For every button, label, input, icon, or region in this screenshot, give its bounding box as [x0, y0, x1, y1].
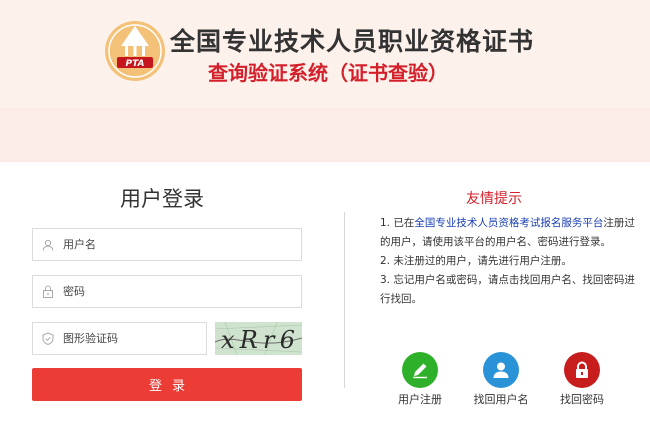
pencil-icon: [402, 352, 438, 388]
tip-platform-link[interactable]: 全国专业技术人员资格考试报名服务平台: [414, 217, 603, 229]
lock-icon: [564, 352, 600, 388]
pta-logo-icon: PTA: [105, 21, 165, 81]
logo-text: PTA: [125, 59, 144, 69]
page-title: 全国专业技术人员职业资格证书: [170, 27, 535, 56]
header-band: [0, 108, 650, 162]
tips-content: 1. 已在全国专业技术人员资格考试报名服务平台注册过的用户，请使用该平台的用户名…: [380, 214, 640, 309]
user-icon: [483, 352, 519, 388]
page-subtitle: 查询验证系统（证书查验）: [208, 61, 448, 85]
login-button[interactable]: 登录: [32, 368, 302, 401]
tip-item-1-prefix: 1. 已在: [380, 217, 415, 229]
divider: [344, 212, 345, 388]
user-icon: [33, 239, 63, 251]
recover-username-shortcut[interactable]: 找回用户名: [461, 352, 541, 407]
recover-username-label: 找回用户名: [473, 393, 529, 406]
recover-password-label: 找回密码: [560, 393, 604, 406]
captcha-input[interactable]: [63, 332, 193, 345]
recover-password-shortcut[interactable]: 找回密码: [542, 352, 622, 407]
register-label: 用户注册: [398, 393, 442, 406]
register-shortcut[interactable]: 用户注册: [380, 352, 460, 407]
tip-item-3: 3. 忘记用户名或密码，请点击找回用户名、找回密码进行找回。: [380, 274, 635, 305]
password-field[interactable]: [32, 275, 302, 308]
login-title: 用户登录: [120, 187, 204, 211]
captcha-field[interactable]: [32, 322, 207, 355]
username-input[interactable]: [63, 238, 283, 251]
tip-item-1: 1. 已在全国专业技术人员资格考试报名服务平台注册过的用户，请使用该平台的用户名…: [380, 214, 640, 252]
tip-item-2: 2. 未注册过的用户，请先进行用户注册。: [380, 255, 572, 267]
password-input[interactable]: [63, 285, 283, 298]
username-field[interactable]: [32, 228, 302, 261]
shield-icon: [33, 332, 63, 345]
lock-icon: [33, 285, 63, 298]
tips-title: 友情提示: [466, 191, 522, 207]
captcha-image[interactable]: xRr6: [215, 322, 302, 355]
